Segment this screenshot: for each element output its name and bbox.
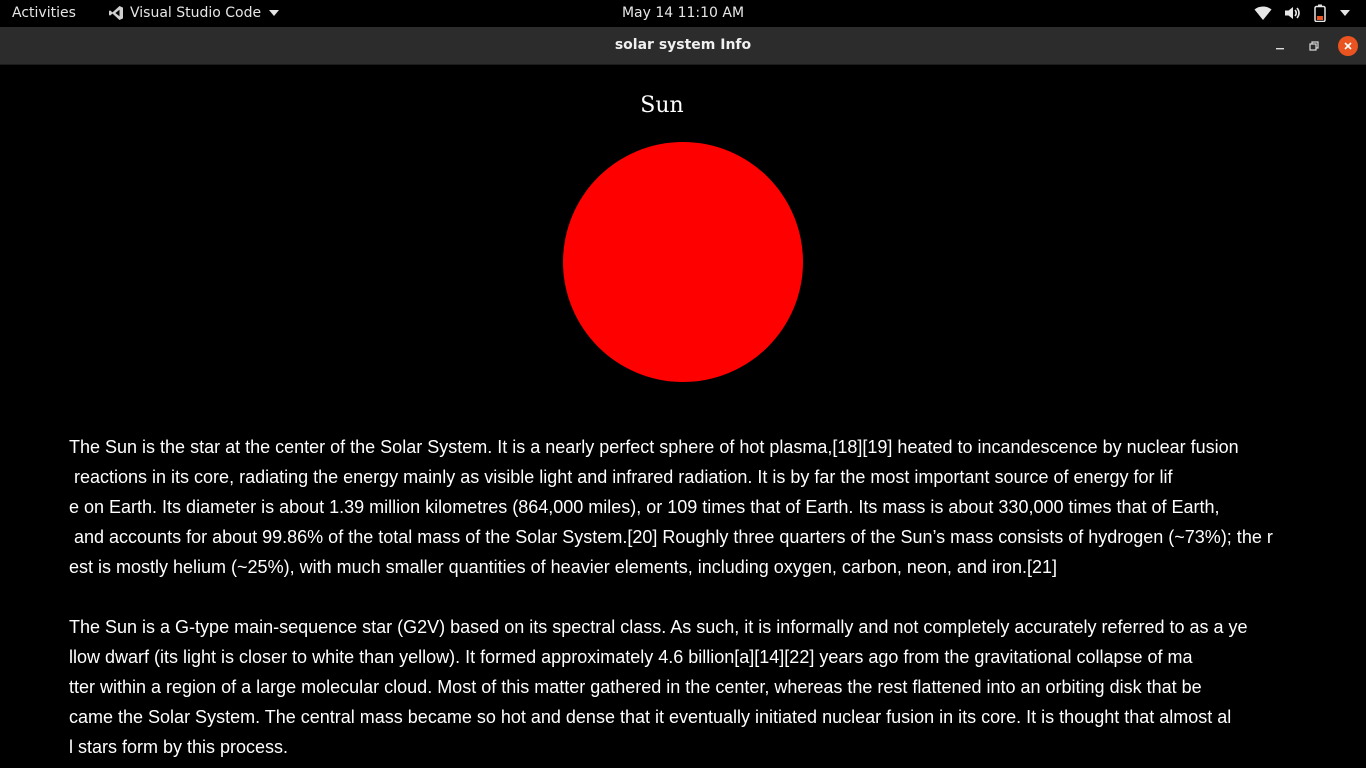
window-title-bar[interactable]: solar system Info — [0, 27, 1366, 65]
text-line: est is mostly helium (~25%), with much s… — [69, 557, 1058, 577]
minimize-icon — [1276, 48, 1284, 50]
sun-classification-paragraph: The Sun is a G-type main-sequence star (… — [69, 612, 1248, 762]
text-line: came the Solar System. The central mass … — [69, 707, 1232, 727]
system-menu-chevron-icon — [1340, 10, 1350, 16]
text-line: e on Earth. Its diameter is about 1.39 m… — [69, 497, 1220, 517]
app-menu-chevron-icon — [269, 10, 280, 16]
text-line: The Sun is the star at the center of the… — [69, 437, 1239, 457]
sun-description-paragraph: The Sun is the star at the center of the… — [69, 432, 1273, 582]
text-line: reactions in its core, radiating the ene… — [69, 467, 1173, 487]
close-button[interactable] — [1338, 36, 1358, 56]
vscode-icon — [109, 6, 123, 20]
page-heading: Sun — [640, 93, 684, 118]
app-menu[interactable]: Visual Studio Code — [108, 5, 280, 21]
window-title: solar system Info — [614, 37, 752, 53]
text-line: l stars form by this process. — [69, 737, 289, 757]
system-tray[interactable] — [1254, 4, 1350, 22]
maximize-button[interactable] — [1304, 36, 1324, 56]
text-line: tter within a region of a large molecula… — [69, 677, 1202, 697]
page-content: Sun The Sun is the star at the center of… — [0, 65, 1366, 768]
volume-icon — [1285, 7, 1300, 19]
clock[interactable]: May 14 11:10 AM — [622, 5, 744, 21]
text-line: llow dwarf (its light is closer to white… — [69, 647, 1193, 667]
activities-button[interactable]: Activities — [12, 5, 76, 21]
text-line: The Sun is a G-type main-sequence star (… — [69, 617, 1248, 637]
close-icon — [1344, 42, 1352, 50]
battery-icon — [1314, 4, 1326, 22]
text-line: and accounts for about 99.86% of the tot… — [69, 527, 1273, 547]
wifi-icon — [1254, 6, 1272, 20]
app-menu-label: Visual Studio Code — [130, 5, 262, 21]
minimize-button[interactable] — [1270, 36, 1290, 56]
sun-circle — [563, 142, 803, 382]
maximize-icon — [1309, 41, 1319, 51]
gnome-top-bar: Activities Visual Studio Code May 14 11:… — [0, 0, 1366, 27]
